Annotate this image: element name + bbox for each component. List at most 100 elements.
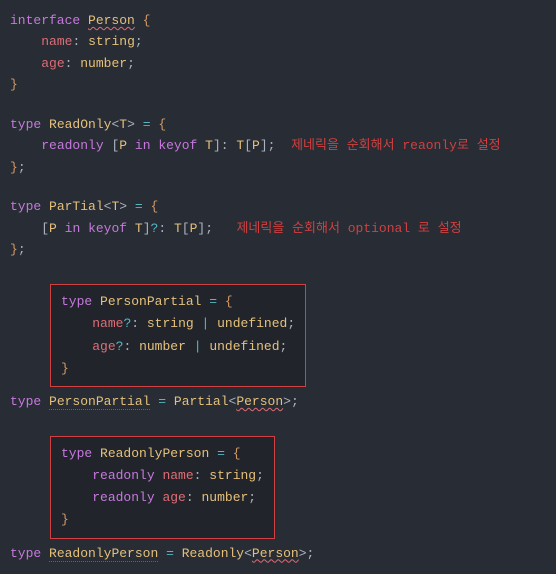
code-line: type PersonPartial = Partial<Person>; [10,391,546,412]
type-person: Person [88,13,135,28]
equals: = [166,546,174,561]
tooltip-line: age?: number | undefined; [61,336,295,358]
type-number: number [201,490,248,505]
equals: = [158,394,166,409]
angle: > [299,546,307,561]
type-number: number [80,56,127,71]
tooltip-line: name?: string | undefined; [61,313,295,335]
brace: } [10,77,18,92]
semi: ; [287,316,295,331]
type-person-arg: Person [252,546,299,561]
bracket: [ [182,221,190,236]
keyword-type: type [61,294,92,309]
generic-t: T [205,138,213,153]
tooltip-line: type PersonPartial = { [61,291,295,313]
bracket: ] [260,138,268,153]
code-line: interface Person { [10,10,546,31]
bracket: ] [213,138,221,153]
equals: = [143,117,151,132]
semi: ; [18,160,26,175]
type-string: string [147,316,194,331]
annotation-optional: 제네릭을 순회해서 optional 로 설정 [236,221,461,236]
code-line: type ReadonlyPerson = Readonly<Person>; [10,543,546,564]
angle: > [283,394,291,409]
keyword-keyof: keyof [88,221,127,236]
brace: { [151,199,159,214]
colon: : [72,34,80,49]
code-line: }; [10,239,546,260]
var-p: P [252,138,260,153]
keyword-type: type [10,546,41,561]
code-line: readonly [P in keyof T]: T[P]; 제네릭을 순회해서… [10,135,546,156]
code-line: }; [10,157,546,178]
tooltip-line: } [61,358,295,380]
bracket: ] [143,221,151,236]
brace: } [61,512,69,527]
type-name: PersonPartial [100,294,201,309]
blank [10,260,546,278]
colon: : [131,316,139,331]
code-line: type ParTial<T> = { [10,196,546,217]
prop-name: name [41,34,72,49]
semi: ; [256,468,264,483]
type-string: string [88,34,135,49]
prop-age: age [92,339,115,354]
prop-name: name [162,468,193,483]
type-undefined: undefined [209,339,279,354]
brace: { [158,117,166,132]
semi: ; [135,34,143,49]
generic-t: T [174,221,182,236]
keyword-type: type [10,117,41,132]
blank [10,412,546,430]
equals: = [209,294,217,309]
equals: = [135,199,143,214]
semi: ; [127,56,135,71]
tooltip-line: readonly name: string; [61,465,264,487]
code-line: age: number; [10,53,546,74]
brace: { [225,294,233,309]
brace: { [233,446,241,461]
type-name: ReadonlyPerson [100,446,209,461]
semi: ; [291,394,299,409]
keyword-keyof: keyof [158,138,197,153]
keyword-in: in [65,221,81,236]
type-readonly-util: Readonly [182,546,244,561]
keyword-readonly: readonly [92,490,154,505]
colon: : [194,468,202,483]
prop-age: age [162,490,185,505]
blank [10,96,546,114]
tooltip-line: } [61,509,264,531]
keyword-type: type [10,199,41,214]
type-number: number [139,339,186,354]
prop-age: age [41,56,64,71]
keyword-in: in [135,138,151,153]
brace: } [10,160,18,175]
var-p: P [119,138,127,153]
code-line: [P in keyof T]?: T[P]; 제네릭을 순회해서 optiona… [10,218,546,239]
semi: ; [268,138,276,153]
type-undefined: undefined [217,316,287,331]
keyword-type: type [61,446,92,461]
annotation-readonly: 제네릭을 순회해서 reaonly로 설정 [291,138,501,153]
brace: } [10,242,18,257]
colon: : [186,490,194,505]
code-line: name: string; [10,31,546,52]
code-line: } [10,74,546,95]
var-p: P [49,221,57,236]
colon: : [123,339,131,354]
colon: : [65,56,73,71]
tooltip-line: type ReadonlyPerson = { [61,443,264,465]
semi: ; [248,490,256,505]
code-line: type ReadOnly<T> = { [10,114,546,135]
brace: { [143,13,151,28]
type-partial: ParTial [49,199,104,214]
generic-t: T [135,221,143,236]
keyword-interface: interface [10,13,80,28]
semi: ; [18,242,26,257]
blank [10,178,546,196]
type-person-partial: PersonPartial [49,394,150,410]
union: | [194,339,202,354]
brace: } [61,361,69,376]
type-person-arg: Person [236,394,283,409]
bracket: [ [41,221,49,236]
